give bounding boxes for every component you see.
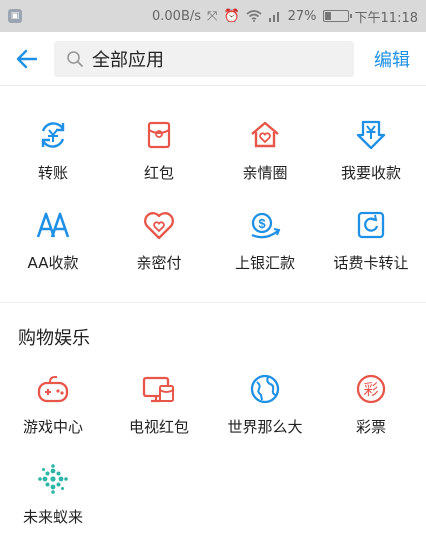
app-label: 红包: [143, 164, 174, 182]
battery-percent: 27%: [287, 8, 317, 24]
app-receive-money[interactable]: 我要收款: [318, 118, 424, 183]
no-sync-icon: ⤧: [207, 8, 218, 24]
dots-flower-icon: [36, 462, 70, 496]
app-game-center[interactable]: 游戏中心: [0, 372, 106, 437]
app-red-envelope[interactable]: 红包: [106, 118, 212, 183]
app-lottery[interactable]: 彩 彩票: [318, 372, 424, 437]
network-speed: 0.00B/s: [152, 8, 202, 24]
edit-button[interactable]: 编辑: [374, 46, 410, 72]
app-label: 亲情圈: [242, 164, 288, 182]
app-label: AA收款: [27, 254, 79, 272]
lottery-icon: 彩: [354, 372, 388, 406]
receive-money-icon: [354, 118, 388, 152]
svg-text:彩: 彩: [363, 381, 378, 399]
section-title-shopping: 购物娱乐: [18, 328, 90, 349]
app-family-circle[interactable]: 亲情圈: [212, 118, 318, 183]
svg-text:$: $: [258, 216, 266, 231]
app-label: 上银汇款: [234, 254, 295, 272]
phone-card-icon: [354, 208, 388, 242]
back-button[interactable]: [0, 32, 54, 86]
app-label: 世界那么大: [227, 418, 303, 436]
game-controller-icon: [36, 372, 70, 406]
notification-app-icon: ▣: [8, 9, 22, 23]
search-text: 全部应用: [92, 49, 164, 71]
family-home-icon: [248, 118, 282, 152]
app-transfer[interactable]: 转账: [0, 118, 106, 183]
app-world-so-big[interactable]: 世界那么大: [212, 372, 318, 437]
top-bar: 全部应用 编辑: [0, 32, 426, 86]
search-icon: [67, 50, 83, 67]
app-future-ant[interactable]: 未来蚁来: [0, 462, 106, 527]
globe-icon: [248, 372, 282, 406]
app-label: 电视红包: [128, 418, 189, 436]
bank-remit-icon: $: [248, 208, 282, 242]
clock: 下午11:18: [354, 10, 418, 26]
app-aa-collect[interactable]: AA收款: [0, 208, 106, 273]
back-arrow-icon: [16, 49, 38, 68]
app-bank-remit[interactable]: $ 上银汇款: [212, 208, 318, 273]
app-label: 我要收款: [340, 164, 401, 182]
search-input[interactable]: 全部应用: [54, 40, 354, 77]
transfer-icon: [36, 118, 70, 152]
section-divider: [0, 302, 426, 303]
app-phone-card-transfer[interactable]: 话费卡转让: [318, 208, 424, 273]
app-label: 转账: [37, 164, 68, 182]
signal-icon: [268, 12, 279, 22]
app-label: 话费卡转让: [333, 254, 409, 272]
wifi-icon: [246, 10, 262, 22]
aa-icon: [36, 208, 70, 242]
intimate-pay-icon: [142, 208, 176, 242]
app-intimate-pay[interactable]: 亲密付: [106, 208, 212, 273]
app-tv-envelope[interactable]: 电视红包: [106, 372, 212, 437]
status-right: 0.00B/s ⤧ ⏰ 27% 下午11:18: [152, 7, 418, 26]
app-label: 未来蚁来: [22, 508, 83, 526]
tv-envelope-icon: [142, 372, 176, 406]
battery-icon: [322, 10, 352, 22]
alarm-icon: ⏰: [223, 8, 240, 24]
app-label: 游戏中心: [22, 418, 83, 436]
app-label: 亲密付: [136, 254, 182, 272]
app-label: 彩票: [355, 418, 386, 436]
red-envelope-icon: [142, 118, 176, 152]
status-bar: ▣ 0.00B/s ⤧ ⏰ 27% 下午11:18: [0, 0, 426, 32]
